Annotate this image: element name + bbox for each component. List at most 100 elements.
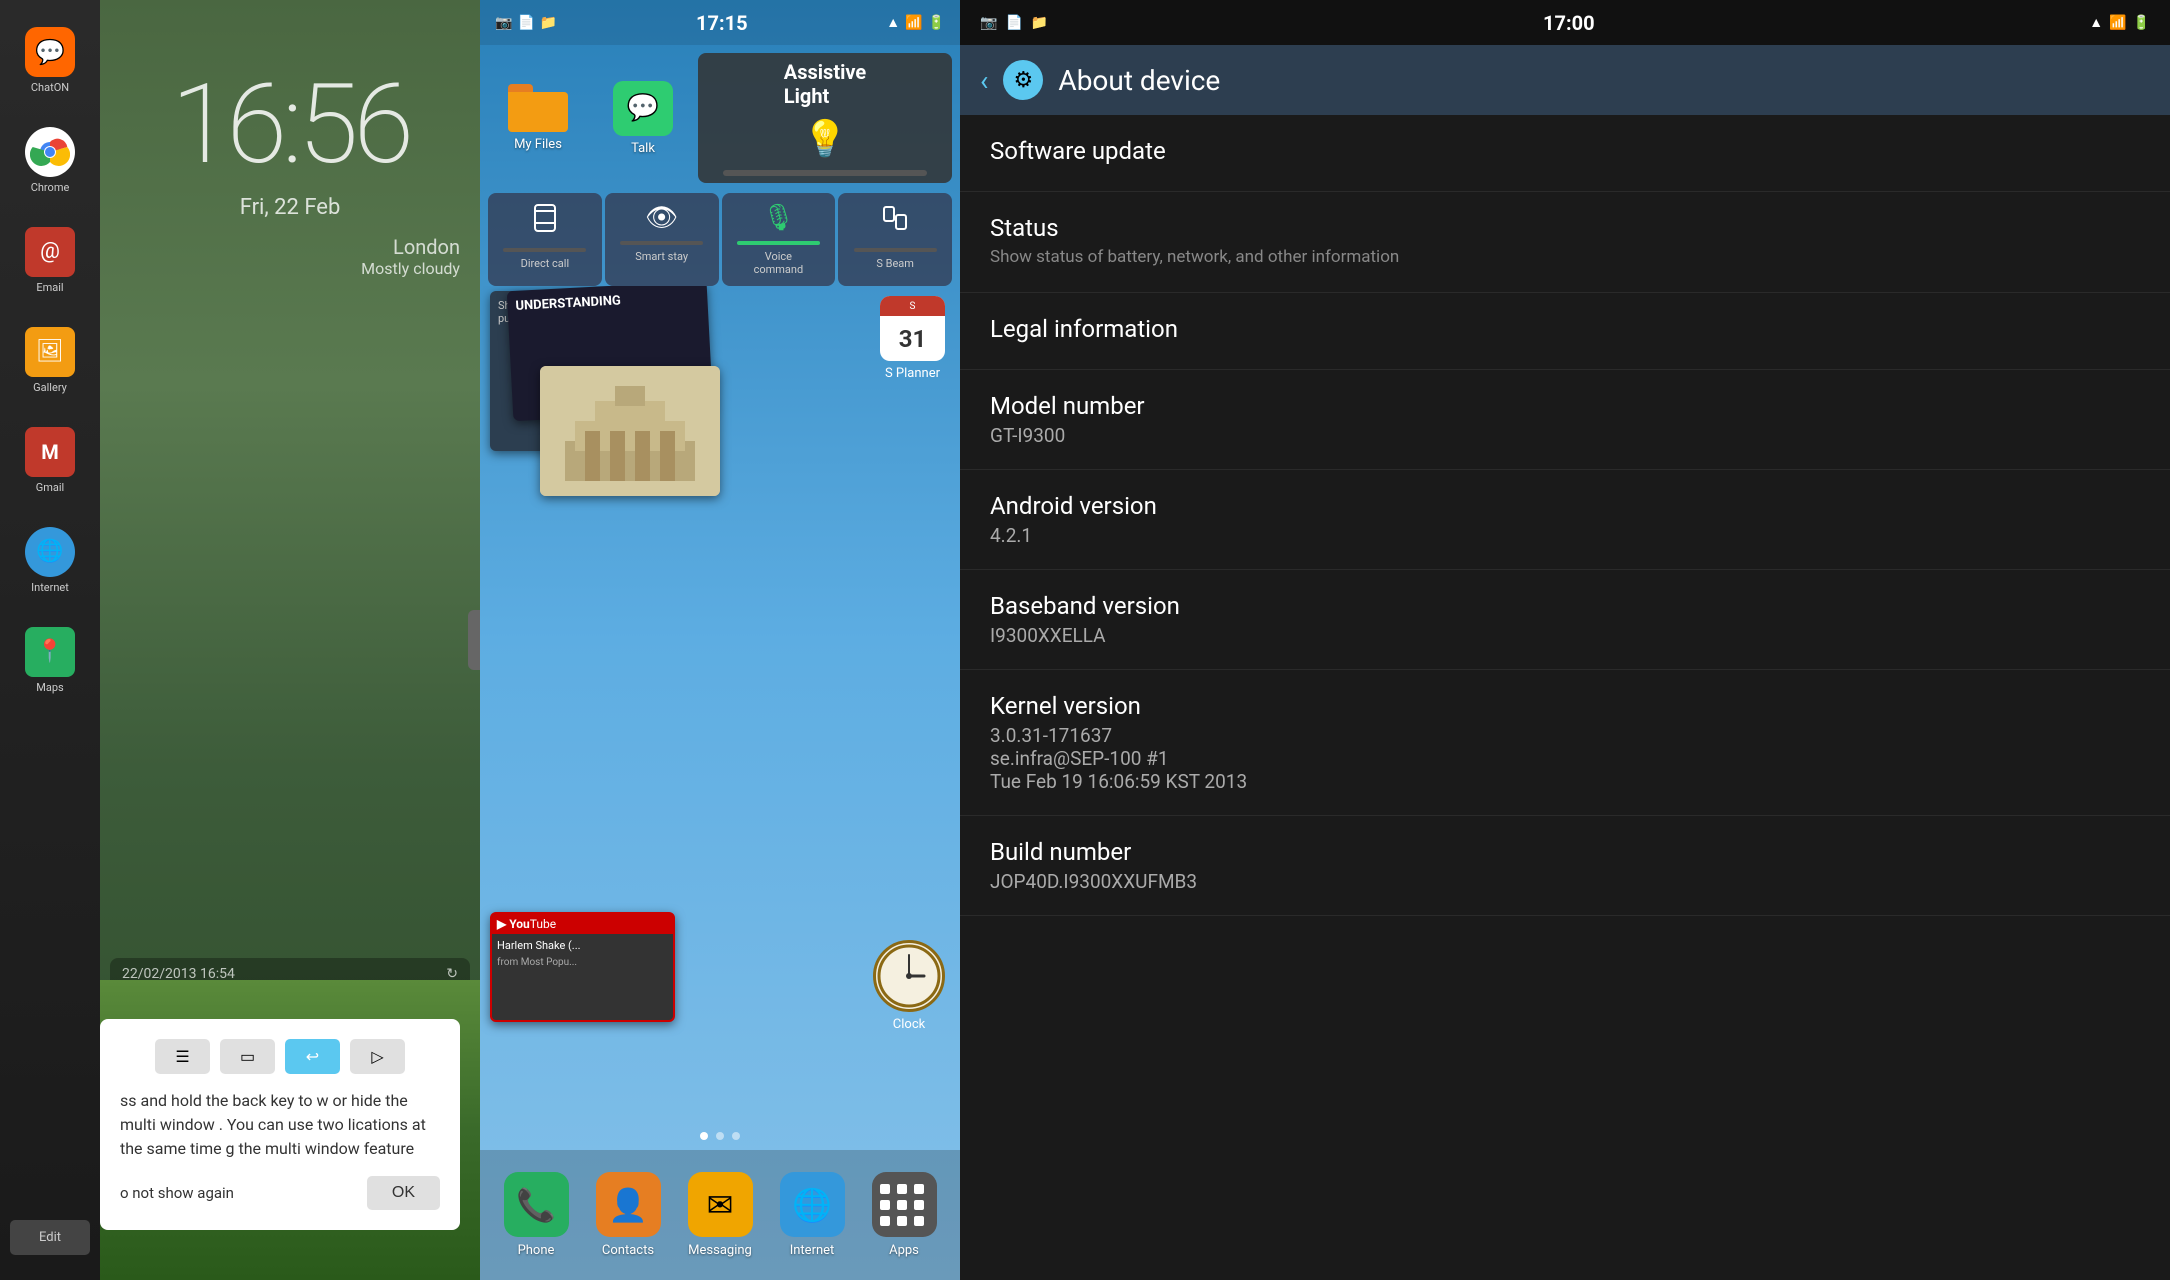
dock-apps[interactable]: Apps bbox=[872, 1172, 937, 1258]
baseband-version-item: Baseband version I9300XXELLA bbox=[960, 570, 2170, 670]
sidebar-item-chaton[interactable]: 💬 ChatON bbox=[15, 15, 85, 105]
chrome-label: Chrome bbox=[31, 181, 70, 194]
file-icon: 📁 bbox=[540, 15, 557, 31]
dock-messaging[interactable]: ✉ Messaging bbox=[688, 1172, 753, 1258]
sbeam-btn[interactable]: S Beam bbox=[838, 193, 952, 286]
apps-icon bbox=[872, 1172, 937, 1237]
maps-icon: 📍 bbox=[25, 627, 75, 677]
contacts-label: Contacts bbox=[602, 1243, 654, 1258]
sidebar-item-email[interactable]: @ Email bbox=[15, 215, 85, 305]
folder-icon bbox=[508, 84, 568, 132]
panel1-launcher: 💬 ChatON Chrome @ Email bbox=[0, 0, 480, 1280]
internet-icon: 🌐 bbox=[25, 527, 75, 577]
software-update-item[interactable]: Software update bbox=[960, 115, 2170, 192]
direct-call-label: Direct call bbox=[521, 257, 570, 270]
about-status-left: 📷 📄 📁 bbox=[980, 15, 1048, 31]
about-list: Software update Status Show status of ba… bbox=[960, 115, 2170, 1280]
assistive-light-widget[interactable]: AssistiveLight 💡 bbox=[698, 53, 952, 183]
lock-time: 16:56 bbox=[171, 60, 409, 189]
multiwindow-nav: ☰ ▭ ↩ ▷ bbox=[120, 1039, 440, 1074]
kernel-version-title: Kernel version bbox=[990, 692, 2140, 720]
clock-face bbox=[873, 940, 945, 1012]
status-item[interactable]: Status Show status of battery, network, … bbox=[960, 192, 2170, 293]
page-dots bbox=[480, 1122, 960, 1150]
docs-icon: 📄 bbox=[517, 15, 534, 31]
status-right-icons: ▲ 📶 🔋 bbox=[886, 14, 945, 31]
about-status-right: ▲ 📶 🔋 bbox=[2089, 14, 2150, 31]
build-number-item: Build number JOP40D.I9300XXUFMB3 bbox=[960, 816, 2170, 916]
dock-internet[interactable]: 🌐 Internet bbox=[780, 1172, 845, 1258]
kernel-version-item: Kernel version 3.0.31-171637 se.infra@SE… bbox=[960, 670, 2170, 816]
edit-button[interactable]: Edit bbox=[10, 1220, 90, 1255]
splanner-widget[interactable]: S 31 S Planner bbox=[880, 296, 945, 381]
chrome-icon bbox=[25, 127, 75, 177]
build-number-value: JOP40D.I9300XXUFMB3 bbox=[990, 870, 2140, 893]
about-file-icon: 📁 bbox=[1031, 15, 1048, 31]
lock-location: London Mostly cloudy bbox=[361, 235, 460, 278]
splanner-icon: S 31 bbox=[880, 296, 945, 361]
sidebar-item-maps[interactable]: 📍 Maps bbox=[15, 615, 85, 705]
thumb-museum[interactable] bbox=[540, 366, 720, 496]
about-title: About device bbox=[1058, 64, 1220, 97]
about-signal-icon: 📶 bbox=[2109, 15, 2126, 31]
nav-home-btn[interactable]: ▭ bbox=[220, 1039, 275, 1074]
about-status-bar: 📷 📄 📁 17:00 ▲ 📶 🔋 bbox=[960, 0, 2170, 45]
smart-features-row: Direct call 👁 Smart stay 🎙 Voicecommand … bbox=[480, 193, 960, 286]
sidebar-item-chrome[interactable]: Chrome bbox=[15, 115, 85, 205]
sidebar-item-gmail[interactable]: M Gmail bbox=[15, 415, 85, 505]
dot-3 bbox=[732, 1132, 740, 1140]
nav-recent-btn[interactable]: ↩ bbox=[285, 1039, 340, 1074]
apps-label: Apps bbox=[889, 1243, 919, 1258]
voice-command-btn[interactable]: 🎙 Voicecommand bbox=[722, 193, 836, 286]
dot-2 bbox=[716, 1132, 724, 1140]
multiwindow-text: ss and hold the back key to w or hide th… bbox=[120, 1089, 440, 1161]
back-button[interactable]: ‹ bbox=[980, 64, 988, 97]
thumb-youtube[interactable]: ▶ YouTube Harlem Shake (... from Most Po… bbox=[490, 912, 675, 1022]
screenshot-icon: 📷 bbox=[495, 15, 512, 31]
talk-widget[interactable]: 💬 Talk bbox=[593, 53, 693, 183]
panel3-about-device: 📷 📄 📁 17:00 ▲ 📶 🔋 ‹ ⚙ About device Softw… bbox=[960, 0, 2170, 1280]
home-status-time: 17:15 bbox=[696, 11, 748, 35]
about-header: ‹ ⚙ About device bbox=[960, 45, 2170, 115]
clock-widget[interactable]: Clock bbox=[873, 940, 945, 1032]
smart-stay-label: Smart stay bbox=[635, 250, 688, 263]
maps-label: Maps bbox=[36, 681, 63, 694]
android-version-value: 4.2.1 bbox=[990, 524, 2140, 547]
talk-label: Talk bbox=[631, 141, 655, 156]
baseband-version-title: Baseband version bbox=[990, 592, 2140, 620]
messaging-label: Messaging bbox=[688, 1243, 752, 1258]
smart-stay-icon: 👁 bbox=[645, 203, 678, 233]
assistive-light-bar bbox=[723, 170, 926, 176]
baseband-version-value: I9300XXELLA bbox=[990, 624, 2140, 647]
android-version-item: Android version 4.2.1 bbox=[960, 470, 2170, 570]
splanner-label: S Planner bbox=[880, 366, 945, 381]
dock-internet-label: Internet bbox=[790, 1243, 835, 1258]
direct-call-btn[interactable]: Direct call bbox=[488, 193, 602, 286]
chaton-label: ChatON bbox=[31, 81, 69, 94]
panel2-homescreen: 📷 📄 📁 17:15 ▲ 📶 🔋 My Files 💬 Talk Assi bbox=[480, 0, 960, 1280]
dock-contacts[interactable]: 👤 Contacts bbox=[596, 1172, 661, 1258]
lock-city: London bbox=[361, 235, 460, 259]
sbeam-icon bbox=[880, 203, 910, 240]
nav-back-btn[interactable]: ☰ bbox=[155, 1039, 210, 1074]
my-files-widget[interactable]: My Files bbox=[488, 53, 588, 183]
dock-phone[interactable]: 📞 Phone bbox=[504, 1172, 569, 1258]
sidebar-handle[interactable] bbox=[468, 610, 480, 670]
clock-label: Clock bbox=[893, 1017, 925, 1032]
talk-icon: 💬 bbox=[613, 81, 673, 136]
gear-icon: ⚙ bbox=[1003, 60, 1043, 100]
gallery-label: Gallery bbox=[33, 381, 67, 394]
voice-command-icon: 🎙 bbox=[762, 203, 795, 233]
sbeam-bar bbox=[854, 248, 937, 252]
smart-stay-btn[interactable]: 👁 Smart stay bbox=[605, 193, 719, 286]
ok-button[interactable]: OK bbox=[367, 1176, 440, 1210]
multiwindow-popup: ☰ ▭ ↩ ▷ ss and hold the back key to w or… bbox=[100, 1019, 460, 1230]
sidebar-item-gallery[interactable]: 🖼 Gallery bbox=[15, 315, 85, 405]
legal-info-item[interactable]: Legal information bbox=[960, 293, 2170, 370]
signal-icon: 📶 bbox=[905, 15, 922, 31]
build-number-title: Build number bbox=[990, 838, 2140, 866]
gallery-icon: 🖼 bbox=[25, 327, 75, 377]
about-status-time: 17:00 bbox=[1543, 11, 1595, 35]
sidebar-item-internet[interactable]: 🌐 Internet bbox=[15, 515, 85, 605]
nav-menu-btn[interactable]: ▷ bbox=[350, 1039, 405, 1074]
